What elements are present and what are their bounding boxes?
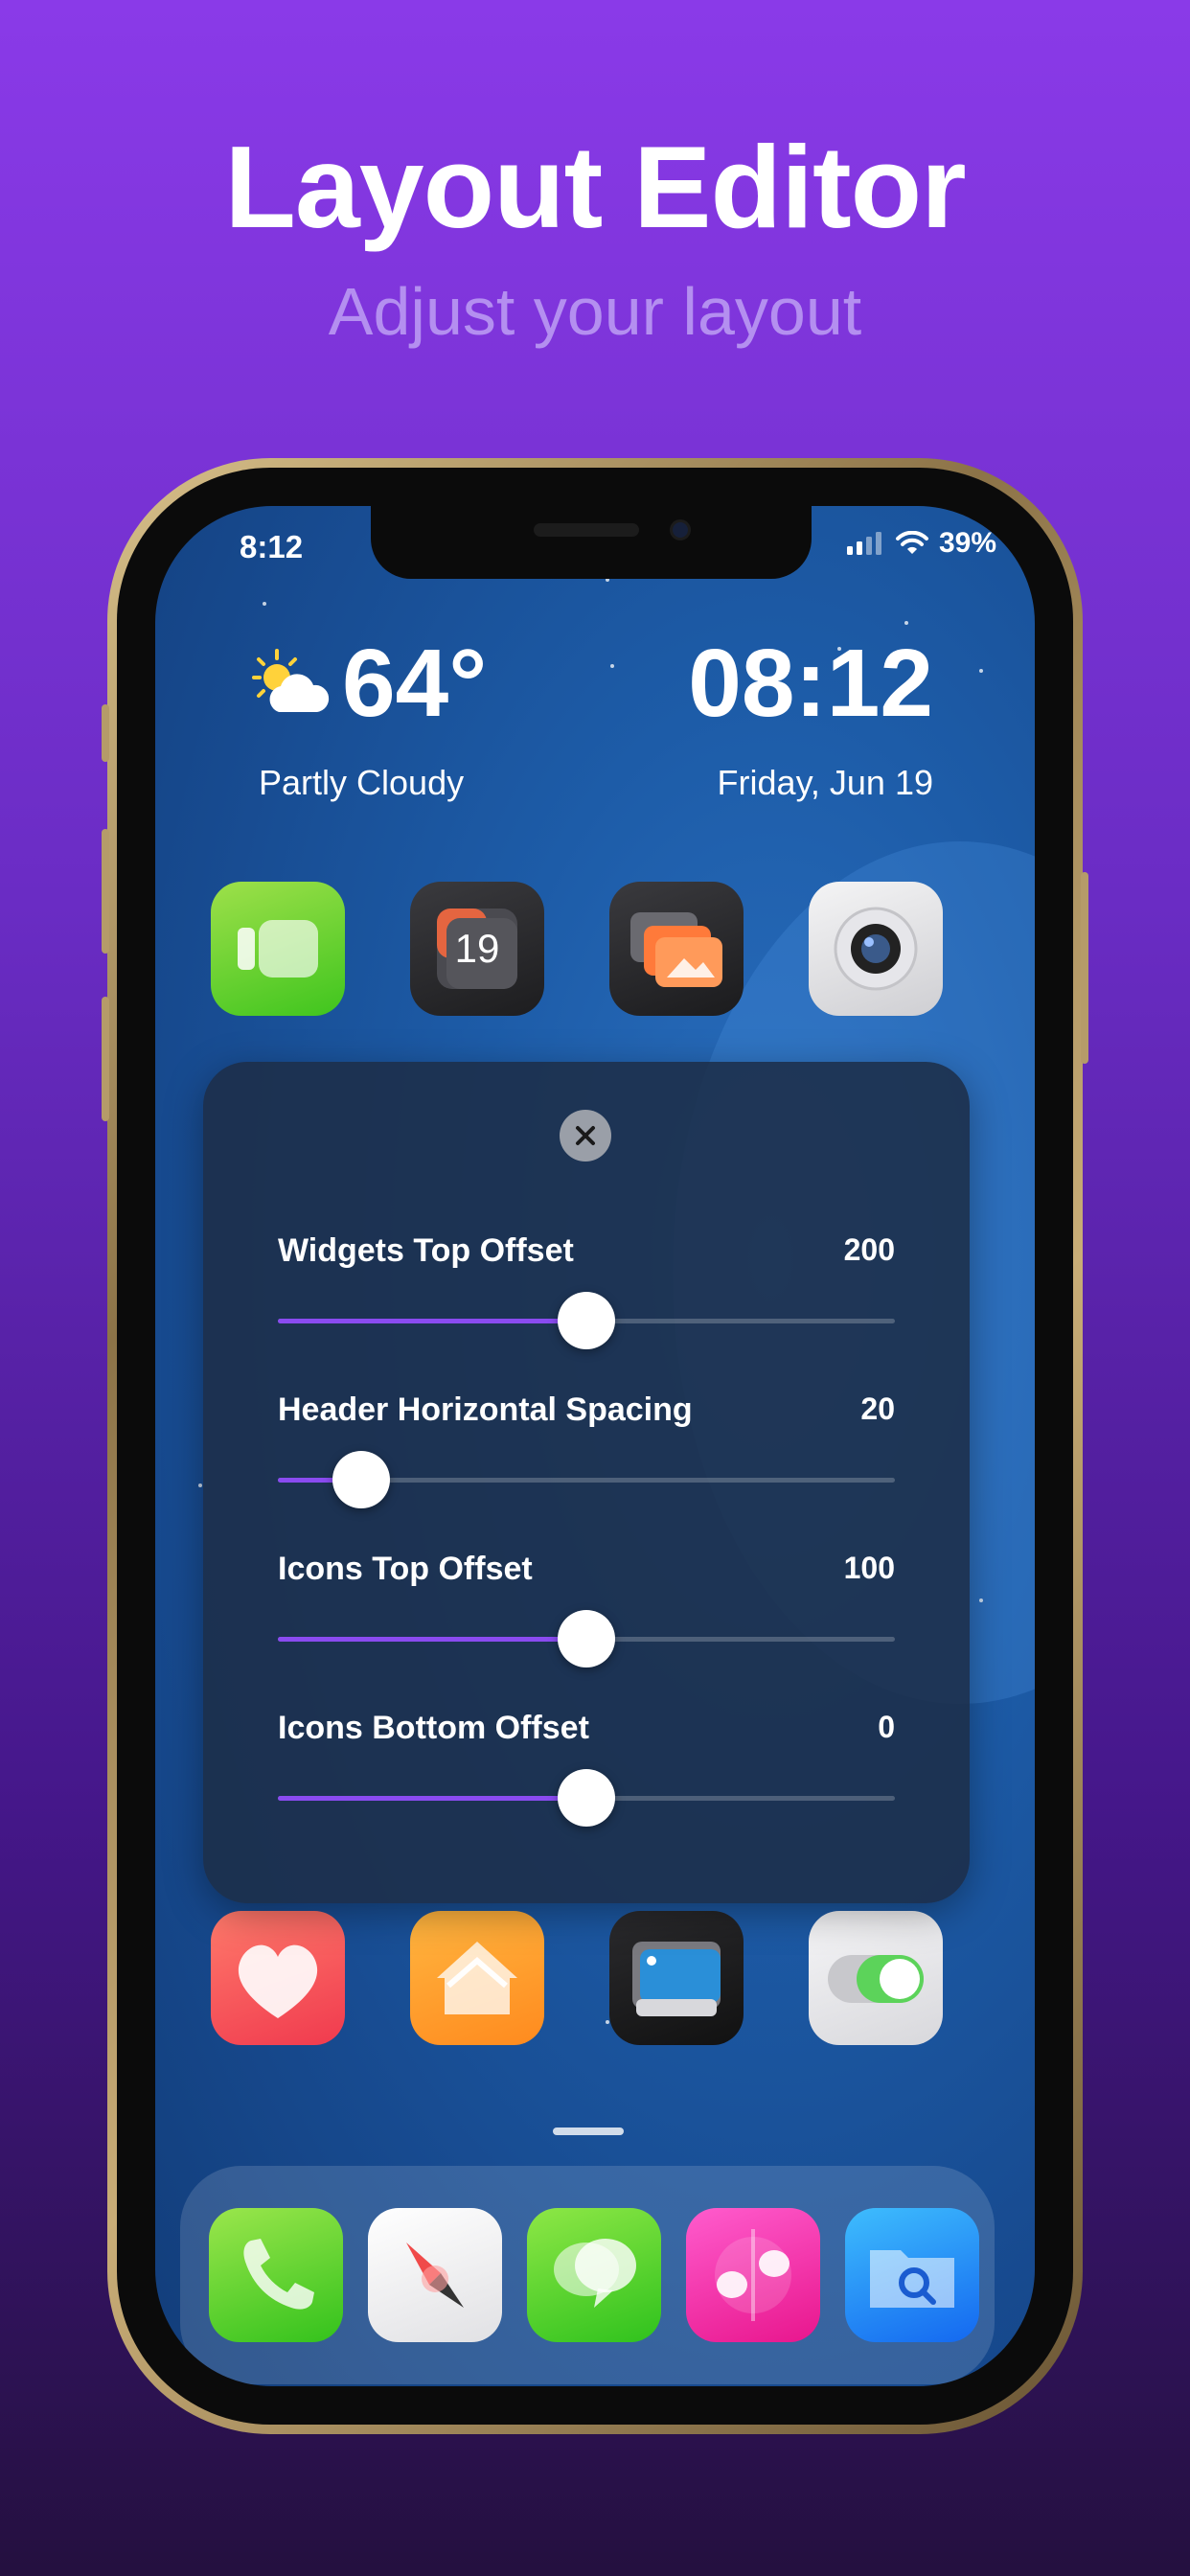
music-icon[interactable] bbox=[686, 2208, 820, 2342]
slider-header-horizontal-spacing[interactable] bbox=[278, 1451, 895, 1508]
health-icon[interactable] bbox=[211, 1911, 345, 2045]
star bbox=[979, 1598, 983, 1602]
slider-icons-top-offset[interactable] bbox=[278, 1610, 895, 1668]
phone-glyph bbox=[243, 2239, 314, 2310]
mute-switch bbox=[102, 704, 109, 762]
slider-label-icons-top-offset: Icons Top Offset bbox=[278, 1551, 533, 1587]
star bbox=[904, 621, 908, 625]
clock-time: 08:12 bbox=[688, 630, 933, 737]
camera-icon[interactable] bbox=[809, 882, 943, 1016]
star bbox=[610, 664, 614, 668]
phone-icon[interactable] bbox=[209, 2208, 343, 2342]
star bbox=[263, 602, 266, 606]
photos-glyph bbox=[630, 912, 722, 987]
facetime-icon[interactable] bbox=[211, 882, 345, 1016]
weather-temperature: 64° bbox=[342, 630, 488, 737]
camera-glyph bbox=[834, 907, 918, 991]
slider-label-header-horizontal-spacing: Header Horizontal Spacing bbox=[278, 1392, 693, 1428]
slider-fill bbox=[278, 1796, 586, 1801]
calendar-day: 19 bbox=[454, 926, 500, 971]
slider-value-icons-bottom-offset: 0 bbox=[878, 1710, 895, 1744]
weather-condition: Partly Cloudy bbox=[259, 763, 465, 802]
promo-subtitle: Adjust your layout bbox=[328, 274, 862, 349]
clock-date: Friday, Jun 19 bbox=[717, 763, 933, 802]
calendar-icon[interactable]: 19 bbox=[410, 882, 544, 1016]
settings-toggle-icon[interactable] bbox=[809, 1911, 943, 2045]
phone-bezel: 8:12 39% 64° Partly Cloudy 08:12 Friday,… bbox=[117, 468, 1073, 2425]
close-icon bbox=[576, 1126, 595, 1145]
wallet-icon[interactable] bbox=[609, 1911, 744, 2045]
phone-frame: 8:12 39% 64° Partly Cloudy 08:12 Friday,… bbox=[107, 458, 1083, 2434]
promo-title: Layout Editor bbox=[224, 122, 966, 252]
phone-screen: 8:12 39% 64° Partly Cloudy 08:12 Friday,… bbox=[155, 506, 1035, 2386]
slider-label-widgets-top-offset: Widgets Top Offset bbox=[278, 1232, 574, 1269]
slider-value-widgets-top-offset: 200 bbox=[843, 1232, 895, 1267]
wallet-glyph bbox=[632, 1942, 721, 2016]
cellular-signal-icon bbox=[846, 532, 881, 555]
slider-thumb[interactable] bbox=[332, 1451, 390, 1508]
speaker bbox=[534, 523, 639, 537]
close-button[interactable] bbox=[560, 1110, 611, 1162]
power-button bbox=[1081, 872, 1088, 1064]
page-indicator[interactable] bbox=[553, 2128, 624, 2135]
slider-label-icons-bottom-offset: Icons Bottom Offset bbox=[278, 1710, 589, 1746]
toggle-glyph bbox=[828, 1955, 924, 2003]
slider-fill bbox=[278, 1637, 586, 1642]
slider-icons-bottom-offset[interactable] bbox=[278, 1769, 895, 1827]
slider-value-icons-top-offset: 100 bbox=[843, 1551, 895, 1585]
star bbox=[198, 1484, 202, 1487]
weather-widget[interactable]: 64° bbox=[246, 635, 487, 731]
volume-up-button bbox=[102, 829, 109, 954]
status-indicators: 39% bbox=[846, 527, 996, 560]
house-glyph bbox=[437, 1942, 517, 2014]
front-camera bbox=[670, 519, 691, 540]
dock bbox=[180, 2166, 995, 2384]
slider-thumb[interactable] bbox=[558, 1769, 615, 1827]
battery-percentage: 39% bbox=[938, 527, 996, 559]
notch bbox=[371, 506, 812, 579]
star bbox=[979, 669, 983, 673]
folder-glyph bbox=[870, 2250, 954, 2308]
home-app-icon[interactable] bbox=[410, 1911, 544, 2045]
files-icon[interactable] bbox=[845, 2208, 979, 2342]
slider-value-header-horizontal-spacing: 20 bbox=[860, 1392, 895, 1426]
earbuds-glyph bbox=[715, 2229, 791, 2321]
facetime-glyph bbox=[238, 920, 318, 978]
safari-icon[interactable] bbox=[368, 2208, 502, 2342]
compass-glyph bbox=[406, 2242, 464, 2308]
slider-widgets-top-offset[interactable] bbox=[278, 1292, 895, 1349]
photos-icon[interactable] bbox=[609, 882, 744, 1016]
heart-glyph bbox=[238, 1944, 318, 2018]
status-time: 8:12 bbox=[240, 529, 304, 564]
volume-down-button bbox=[102, 997, 109, 1121]
partly-cloudy-icon bbox=[252, 649, 330, 712]
slider-thumb[interactable] bbox=[558, 1292, 615, 1349]
messages-icon[interactable] bbox=[527, 2208, 661, 2342]
chat-bubbles-glyph bbox=[554, 2239, 636, 2308]
layout-settings-panel: Widgets Top Offset 200 Header Horizontal… bbox=[203, 1062, 970, 1903]
wifi-icon bbox=[895, 531, 928, 554]
slider-thumb[interactable] bbox=[558, 1610, 615, 1668]
slider-fill bbox=[278, 1319, 586, 1323]
